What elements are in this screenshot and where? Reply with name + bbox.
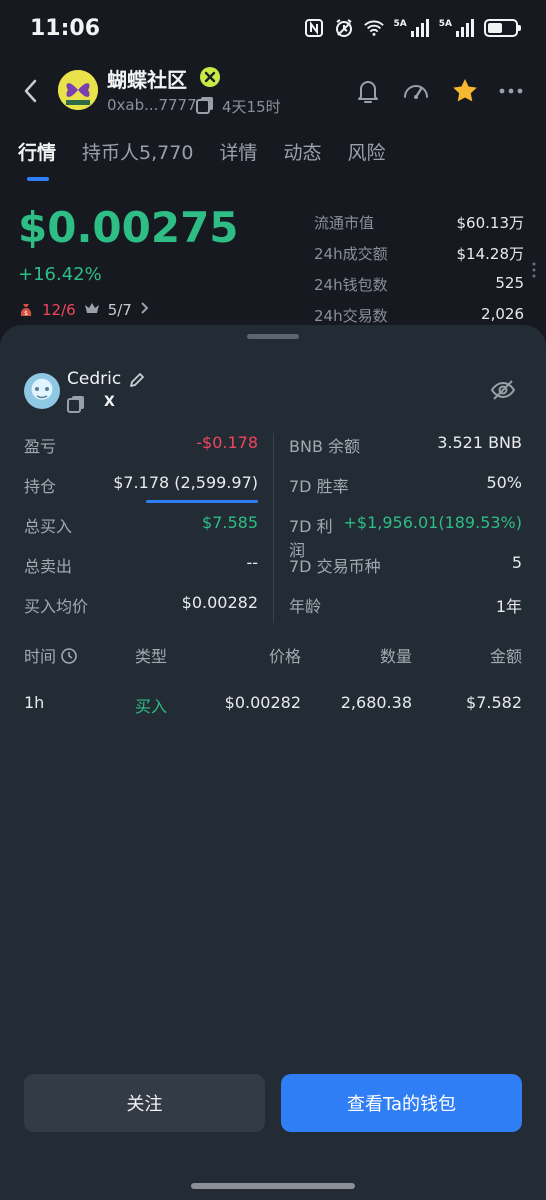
token-logo (58, 70, 98, 110)
bell-icon[interactable] (353, 76, 383, 106)
edit-icon[interactable] (128, 371, 146, 389)
col-amount: 数量 (379, 647, 412, 666)
stat-pnl: 盈亏 -$0.178 (24, 433, 258, 456)
stat-7d-tokens: 7D 交易币种 5 (289, 553, 522, 576)
status-icons: 5A 5A (304, 18, 521, 38)
stat-row: 24h成交额 $14.28万 (314, 245, 524, 263)
view-wallet-button[interactable]: 查看Ta的钱包 (281, 1074, 522, 1132)
stat-7d-winrate: 7D 胜率 50% (289, 473, 522, 496)
cell-price: $0.00282 (224, 693, 301, 712)
alarm-icon (334, 18, 354, 38)
wallet-bottom-sheet: Cedric X 盈亏 -$0.178 持仓 $7.178 (2,599.97) 总… (0, 325, 546, 1200)
wallet-stats-right: BNB 余额 3.521 BNB 7D 胜率 50% 7D 利润 +$1,956.01… (289, 433, 522, 633)
stat-row: 流通市值 $60.13万 (314, 214, 524, 232)
more-icon[interactable] (497, 76, 527, 106)
trades-table-header: 时间 类型 价格 数量 金额 (24, 643, 522, 667)
wallet-name: Cedric (67, 369, 122, 389)
market-stats: 流通市值 $60.13万 24h成交额 $14.28万 24h钱包数 525 24h交… (314, 212, 524, 336)
svg-text:$: $ (24, 310, 28, 317)
signal-icon: 5A (439, 19, 474, 37)
stat-avg-buy: 买入均价 $0.00282 (24, 593, 258, 616)
token-address: 0xab...7777 (107, 96, 197, 114)
tab-holders[interactable]: 持币人5,770 (82, 138, 193, 165)
crown-icon (84, 301, 100, 319)
active-tab-indicator (27, 177, 49, 181)
stat-7d-profit: 7D 利润 +$1,956.01(189.53%) (289, 513, 522, 560)
token-header: 蝴蝶社区 0xab...7777 4天15时 (0, 62, 546, 122)
badge-row[interactable]: $ 12/6 5/7 (18, 301, 150, 319)
cell-type: 买入 (135, 697, 168, 716)
token-price: $0.00275 (18, 203, 239, 252)
status-bar: 11:06 5A 5A (0, 0, 546, 60)
home-indicator[interactable] (191, 1183, 355, 1189)
chip-ratio-2: 5/7 (107, 301, 132, 319)
nfc-icon (304, 18, 324, 38)
column-divider (273, 433, 274, 623)
cell-total: $7.582 (466, 693, 522, 712)
signal-icon: 5A (394, 19, 429, 37)
wifi-icon (363, 18, 384, 38)
tab-bar: 行情 持币人5,770 详情 动态 风险 (18, 138, 385, 165)
star-icon[interactable] (450, 76, 480, 106)
tab-details[interactable]: 详情 (219, 138, 257, 165)
stat-row: 24h钱包数 525 (314, 274, 524, 294)
tab-market[interactable]: 行情 (18, 138, 56, 165)
signal-label: 5A (393, 19, 407, 29)
avatar (24, 373, 60, 409)
x-social-icon[interactable]: X (104, 394, 115, 410)
chevron-right-icon (140, 301, 150, 319)
col-price: 价格 (268, 647, 301, 666)
status-time: 11:06 (30, 16, 101, 41)
holding-underline (146, 500, 258, 503)
chip-ratio-1: 12/6 (42, 301, 76, 319)
col-type: 类型 (135, 647, 168, 666)
follow-button[interactable]: 关注 (24, 1074, 265, 1132)
col-time[interactable]: 时间 (24, 643, 78, 667)
battery-icon (484, 19, 521, 37)
tab-risk[interactable]: 风险 (347, 138, 385, 165)
eye-off-icon[interactable] (490, 377, 516, 403)
stat-holding: 持仓 $7.178 (2,599.97) (24, 473, 258, 496)
signal-label: 5A (438, 19, 452, 29)
gauge-icon[interactable] (401, 76, 431, 106)
col-total: 金额 (489, 647, 522, 666)
stat-bnb-balance: BNB 余额 3.521 BNB (289, 433, 522, 456)
cell-amount: 2,680.38 (340, 693, 412, 712)
stat-total-buy: 总买入 $7.585 (24, 513, 258, 536)
token-name: 蝴蝶社区 (107, 68, 187, 92)
cell-time: 1h (24, 693, 45, 712)
copy-icon[interactable] (67, 395, 85, 413)
wallet-stats-left: 盈亏 -$0.178 持仓 $7.178 (2,599.97) 总买入 $7.585 … (24, 433, 258, 633)
price-change: +16.42% (18, 264, 102, 285)
verified-badge-icon (200, 67, 220, 87)
stat-total-sell: 总卖出 -- (24, 553, 258, 576)
money-bag-icon: $ (18, 302, 34, 318)
tab-activity[interactable]: 动态 (283, 138, 321, 165)
back-icon[interactable] (18, 76, 44, 106)
table-row[interactable]: 1h 买入 $0.00282 2,680.38 $7.582 (24, 693, 522, 717)
stat-age: 年龄 1年 (289, 597, 522, 616)
clock-icon (60, 647, 78, 665)
vertical-dots-icon (532, 262, 536, 282)
token-age: 4天15时 (222, 98, 281, 116)
copy-icon[interactable] (196, 96, 214, 114)
sheet-drag-handle[interactable] (247, 334, 299, 339)
